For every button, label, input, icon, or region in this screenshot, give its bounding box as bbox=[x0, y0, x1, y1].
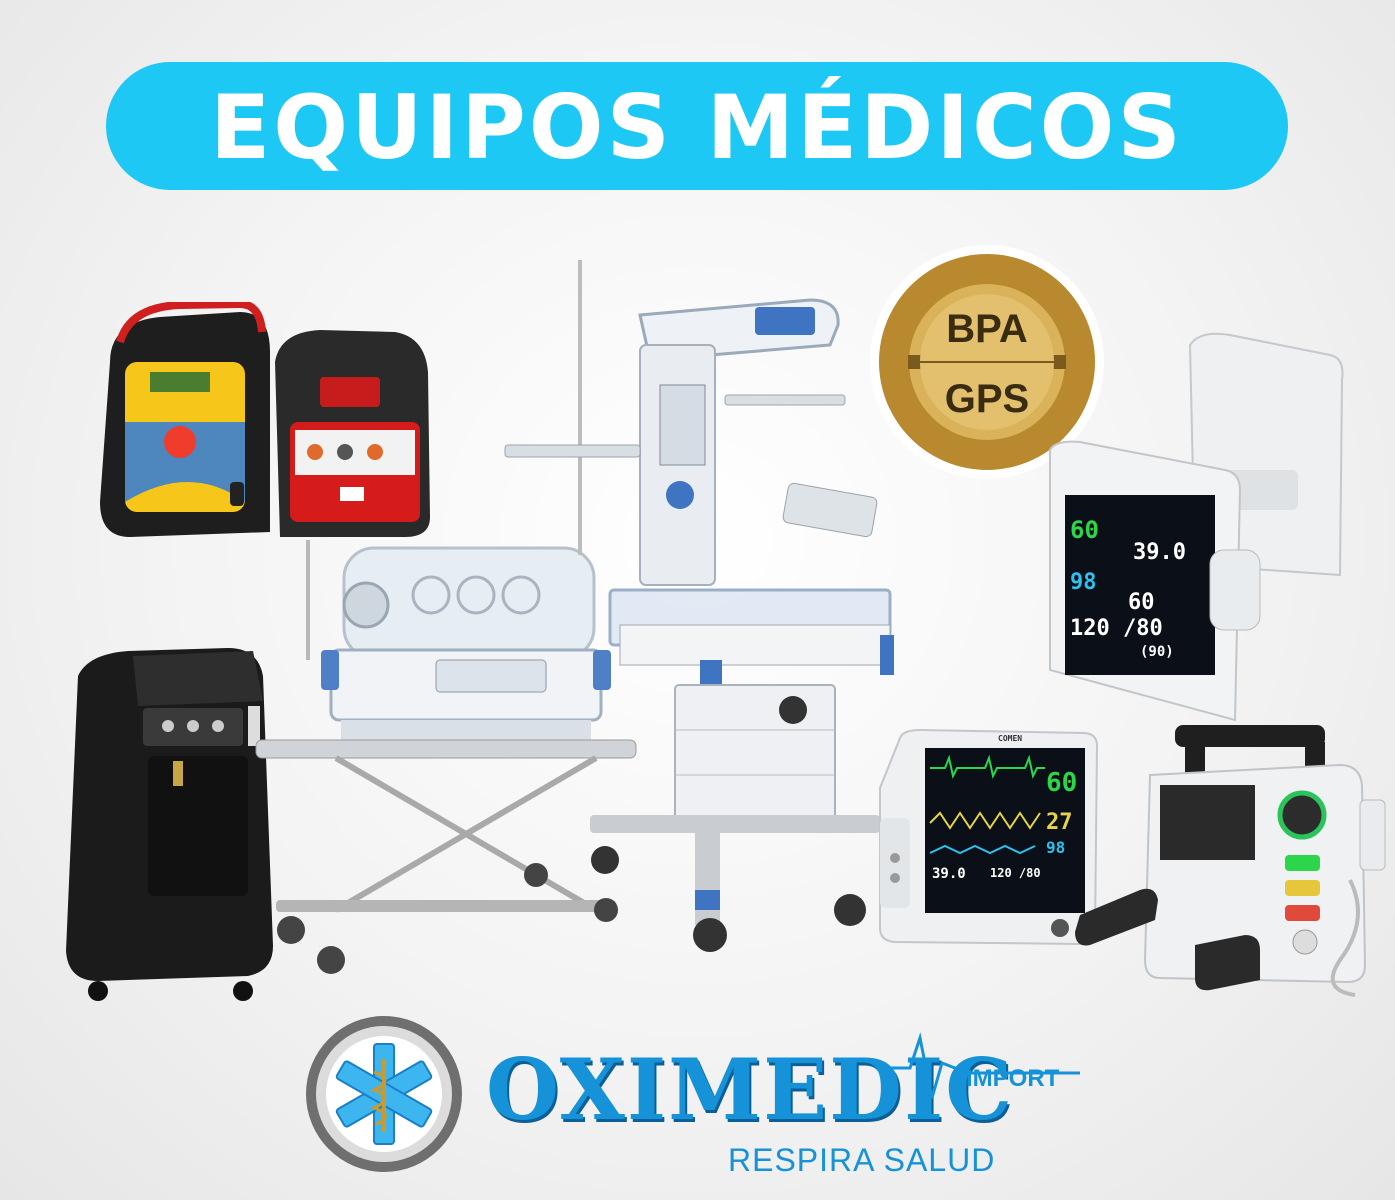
defibrillator-monitor bbox=[1075, 725, 1386, 997]
monitor-hr-value: 60 bbox=[1070, 516, 1099, 544]
monitor-nibp-value: 120 /80 bbox=[1070, 616, 1163, 641]
oximedic-emblem bbox=[306, 1016, 462, 1172]
monitor-temp-value: 39.0 bbox=[1133, 540, 1186, 565]
patient-monitor-nibp: 120 /80 bbox=[990, 866, 1041, 880]
aed-defibrillator-bag bbox=[100, 302, 430, 537]
patient-monitor bbox=[879, 728, 1099, 946]
infant-radiant-warmer bbox=[504, 260, 894, 952]
title-banner: EQUIPOS MÉDICOS bbox=[106, 62, 1288, 190]
patient-monitor-rr: 27 bbox=[1046, 810, 1073, 835]
monitor-pr-value: 60 bbox=[1128, 590, 1155, 615]
monitor-spo2-value: 98 bbox=[1070, 570, 1097, 595]
patient-monitor-spo2: 98 bbox=[1046, 838, 1066, 857]
monitor-map-value: (90) bbox=[1140, 644, 1174, 660]
patient-monitor-brand: COMEN bbox=[998, 734, 1023, 743]
logo-import-label: IMPORT bbox=[966, 1065, 1060, 1092]
logo-tagline: RESPIRA SALUD bbox=[728, 1142, 996, 1178]
banner-title: EQUIPOS MÉDICOS bbox=[210, 76, 1184, 179]
patient-monitor-temp: 39.0 bbox=[932, 866, 966, 882]
